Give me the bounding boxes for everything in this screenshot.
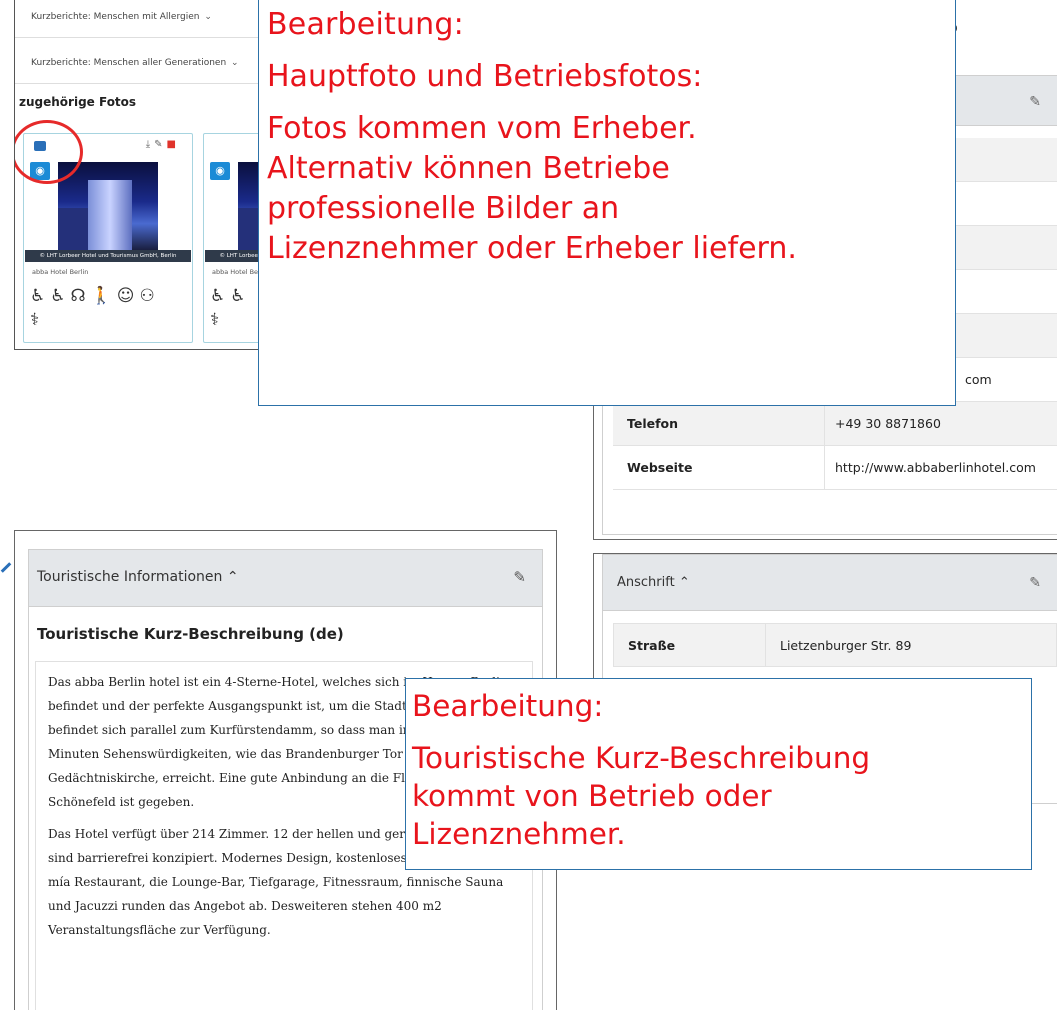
wheelchair-icon: ♿ bbox=[50, 286, 71, 306]
table-row: Telefon +49 30 8871860 bbox=[613, 402, 1057, 446]
address-title: Anschrift bbox=[617, 575, 675, 590]
chevron-up-icon: ⌃ bbox=[678, 575, 690, 590]
arrow-icon bbox=[0, 562, 12, 573]
eye-icon[interactable]: ◉ bbox=[210, 162, 230, 180]
callout-line: Fotos kommen vom Erheber. bbox=[267, 111, 697, 146]
delete-icon[interactable]: ■ bbox=[167, 139, 180, 150]
annotation-callout-photos: Bearbeitung: Hauptfoto und Betriebsfotos… bbox=[258, 0, 956, 406]
walking-icon: 🚶 bbox=[90, 286, 117, 306]
edit-icon[interactable]: ✎ bbox=[1029, 94, 1041, 110]
callout-line: Bearbeitung: bbox=[267, 7, 464, 42]
hearing-icon: ☊ bbox=[70, 286, 91, 306]
website-value[interactable]: http://www.abbaberlinhotel.com bbox=[825, 446, 1036, 489]
photo-caption: © LHT Lorbeer Hotel und Tourismus GmbH, … bbox=[25, 250, 191, 262]
callout-line: professionelle Bilder an bbox=[267, 191, 620, 226]
callout-line: Alternativ können Betriebe bbox=[267, 151, 670, 186]
chevron-up-icon: ⌃ bbox=[226, 569, 239, 585]
callout-line: kommt von Betrieb oder bbox=[412, 779, 772, 813]
edit-icon[interactable]: ✎ bbox=[154, 139, 166, 150]
phone-label: Telefon bbox=[613, 402, 825, 445]
tourist-header[interactable]: Touristische Informationen ⌃ ✎ bbox=[28, 549, 543, 607]
photo-name: abba Hotel Berlin bbox=[32, 268, 89, 276]
family-icon: ⚇ bbox=[139, 286, 160, 306]
photos-heading: zugehörige Fotos bbox=[19, 95, 137, 109]
photo-tools: ⤓✎■ bbox=[146, 139, 180, 150]
edit-icon[interactable]: ✎ bbox=[513, 568, 526, 586]
chevron-down-icon: ⌄ bbox=[204, 12, 212, 22]
callout-line: Bearbeitung: bbox=[412, 689, 604, 723]
phone-value[interactable]: +49 30 8871860 bbox=[825, 402, 941, 445]
tourist-subtitle: Touristische Kurz-Beschreibung (de) bbox=[37, 625, 344, 643]
hotel-photo bbox=[58, 162, 158, 250]
dropdown-label: Kurzberichte: Menschen mit Allergien bbox=[31, 12, 200, 22]
annotation-callout-description: Bearbeitung: Touristische Kurz-Beschreib… bbox=[405, 678, 1032, 870]
table-row: Webseite http://www.abbaberlinhotel.com bbox=[613, 446, 1057, 490]
download-icon[interactable]: ⤓ bbox=[146, 139, 154, 150]
wheelchair-icon: ♿ bbox=[230, 286, 251, 306]
callout-line: Touristische Kurz-Beschreibung bbox=[412, 741, 871, 775]
allergy-icon: ⚕ bbox=[210, 310, 225, 330]
wheelchair-ramp-icon: ♿ bbox=[210, 286, 231, 306]
table-row: Straße Lietzenburger Str. 89 bbox=[613, 623, 1057, 667]
tourist-title: Touristische Informationen bbox=[37, 569, 223, 585]
wheelchair-ramp-icon: ♿ bbox=[30, 286, 51, 306]
edit-icon[interactable]: ✎ bbox=[1029, 575, 1041, 591]
website-label: Webseite bbox=[613, 446, 825, 489]
allergy-icon: ⚕ bbox=[30, 310, 45, 330]
highlight-circle bbox=[15, 120, 83, 184]
street-label: Straße bbox=[614, 624, 766, 666]
street-value: Lietzenburger Str. 89 bbox=[780, 638, 912, 653]
dropdown-label: Kurzberichte: Menschen aller Generatione… bbox=[31, 58, 227, 68]
accessibility-icons: ♿♿☊🚶☺⚇ ⚕ bbox=[30, 284, 190, 332]
address-table: Straße Lietzenburger Str. 89 bbox=[613, 623, 1057, 667]
chevron-down-icon: ⌄ bbox=[231, 58, 239, 68]
callout-line: Lizenznehmer oder Erheber liefern. bbox=[267, 231, 797, 266]
address-header[interactable]: Anschrift ⌃ ✎ bbox=[603, 555, 1057, 611]
callout-line: Hauptfoto und Betriebsfotos: bbox=[267, 59, 703, 94]
child-icon: ☺ bbox=[116, 286, 140, 306]
callout-line: Lizenznehmer. bbox=[412, 817, 626, 851]
